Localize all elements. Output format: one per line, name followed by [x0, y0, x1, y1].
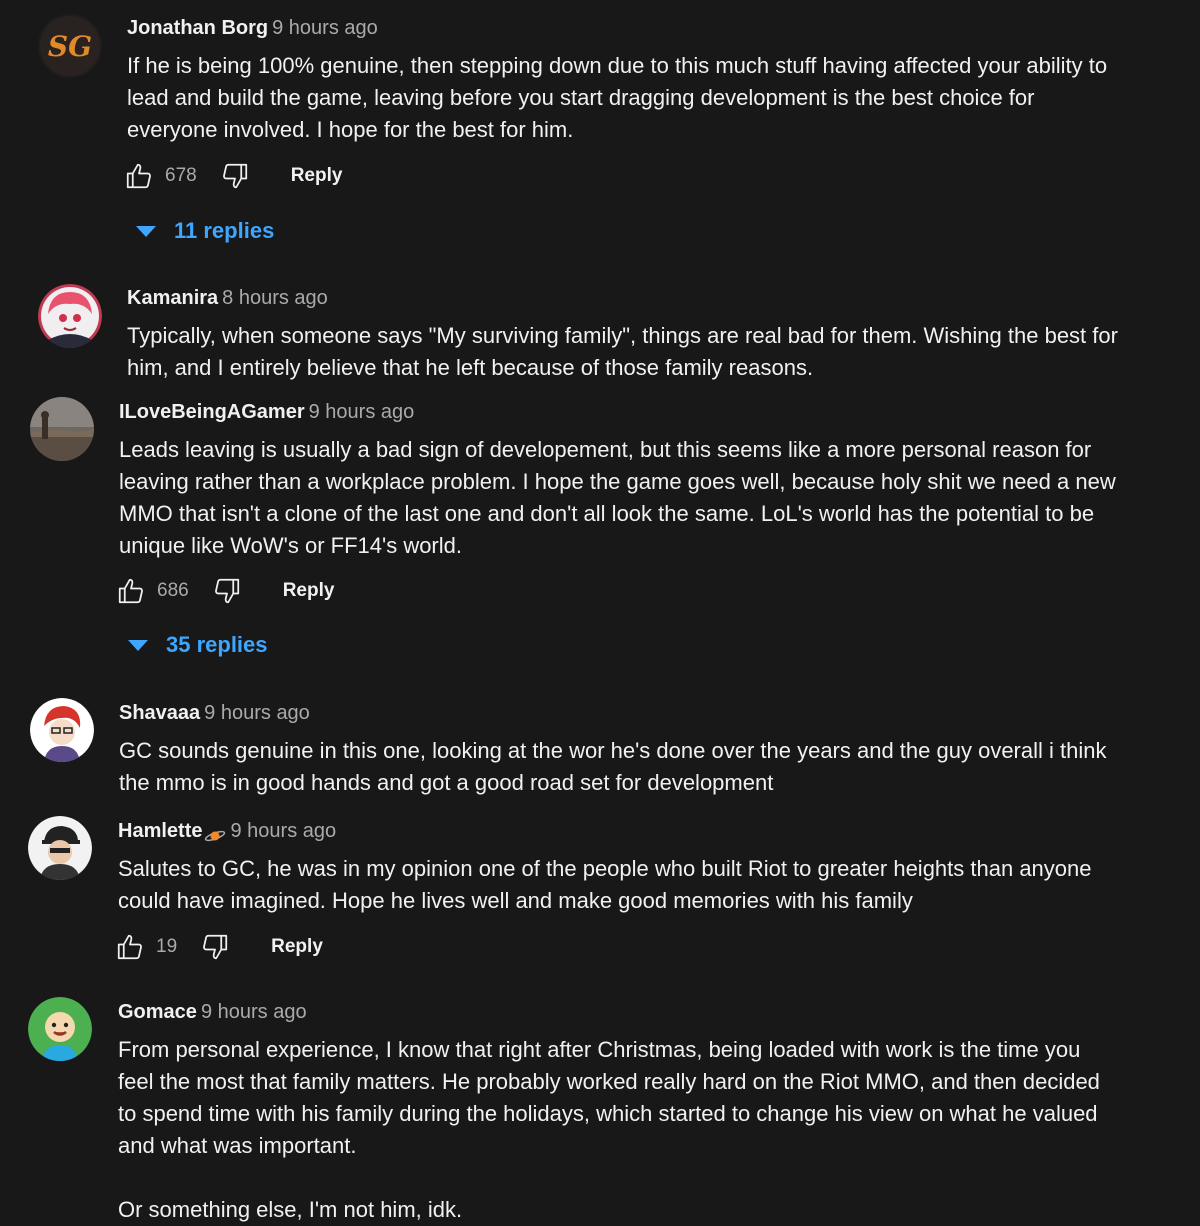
- dislike-icon[interactable]: [219, 160, 251, 192]
- comment-text: From personal experience, I know that ri…: [118, 1034, 1118, 1226]
- avatar[interactable]: [30, 397, 94, 461]
- timestamp[interactable]: 9 hours ago: [272, 17, 378, 39]
- avatar[interactable]: SG: [38, 14, 102, 78]
- comment-text: If he is being 100% genuine, then steppi…: [127, 50, 1127, 146]
- comment-paragraph: Or something else, I'm not him, idk.: [118, 1197, 463, 1222]
- timestamp[interactable]: 9 hours ago: [201, 1001, 307, 1023]
- comment-text: Typically, when someone says "My survivi…: [127, 320, 1127, 384]
- comment-paragraph: From personal experience, I know that ri…: [118, 1037, 1100, 1158]
- avatar[interactable]: [38, 284, 102, 348]
- timestamp[interactable]: 9 hours ago: [309, 401, 415, 423]
- like-icon[interactable]: [114, 931, 146, 963]
- comment-actions: 686 Reply: [115, 573, 334, 609]
- avatar[interactable]: [30, 698, 94, 762]
- caret-down-icon: [128, 639, 148, 651]
- reply-button[interactable]: Reply: [283, 580, 335, 602]
- comment-text: GC sounds genuine in this one, looking a…: [119, 735, 1119, 799]
- caret-down-icon: [136, 225, 156, 237]
- dislike-icon[interactable]: [211, 575, 243, 607]
- view-replies-button[interactable]: 11 replies: [136, 218, 274, 244]
- like-count: 19: [156, 936, 178, 957]
- timestamp[interactable]: 9 hours ago: [230, 820, 336, 842]
- author-name[interactable]: Jonathan Borg: [127, 17, 268, 39]
- like-icon[interactable]: [123, 160, 155, 192]
- comment-paragraph: Typically, when someone says "My survivi…: [127, 323, 1118, 380]
- planet-icon: [204, 825, 226, 841]
- comment-meta: Hamlette 9 hours ago: [118, 819, 1118, 843]
- view-replies-button[interactable]: 35 replies: [128, 632, 268, 658]
- reply-button[interactable]: Reply: [271, 936, 323, 958]
- author-name[interactable]: ILoveBeingAGamer: [119, 401, 305, 423]
- author-name[interactable]: Gomace: [118, 1001, 197, 1023]
- comment-meta: Jonathan Borg 9 hours ago: [127, 16, 1127, 40]
- comment-meta: Shavaaa 9 hours ago: [119, 701, 1119, 725]
- like-icon[interactable]: [115, 575, 147, 607]
- replies-count: 11 replies: [174, 218, 275, 243]
- comment-text: Salutes to GC, he was in my opinion one …: [118, 853, 1118, 917]
- avatar[interactable]: [28, 816, 92, 880]
- comment-paragraph: If he is being 100% genuine, then steppi…: [127, 53, 1108, 142]
- replies-count: 35 replies: [166, 632, 268, 657]
- like-count: 678: [165, 165, 197, 186]
- dislike-icon[interactable]: [199, 931, 231, 963]
- author-name[interactable]: Kamanira: [127, 287, 218, 309]
- comment-paragraph: GC sounds genuine in this one, looking a…: [119, 738, 1107, 795]
- timestamp[interactable]: 8 hours ago: [222, 287, 328, 309]
- comment-actions: 19 Reply: [114, 929, 323, 965]
- avatar[interactable]: [28, 997, 92, 1061]
- timestamp[interactable]: 9 hours ago: [204, 702, 310, 724]
- comment-meta: Kamanira 8 hours ago: [127, 286, 1127, 310]
- comment-text: Leads leaving is usually a bad sign of d…: [119, 434, 1119, 562]
- comment-meta: ILoveBeingAGamer 9 hours ago: [119, 400, 1119, 424]
- comment-actions: 678 Reply: [123, 158, 342, 194]
- author-name[interactable]: Hamlette: [118, 820, 202, 842]
- author-name[interactable]: Shavaaa: [119, 702, 200, 724]
- like-count: 686: [157, 580, 189, 601]
- reply-button[interactable]: Reply: [291, 165, 343, 187]
- comment-meta: Gomace 9 hours ago: [118, 1000, 1118, 1024]
- comment-paragraph: Leads leaving is usually a bad sign of d…: [119, 437, 1116, 558]
- comment-paragraph: Salutes to GC, he was in my opinion one …: [118, 856, 1092, 913]
- avatar-logo-text: SG: [48, 30, 92, 63]
